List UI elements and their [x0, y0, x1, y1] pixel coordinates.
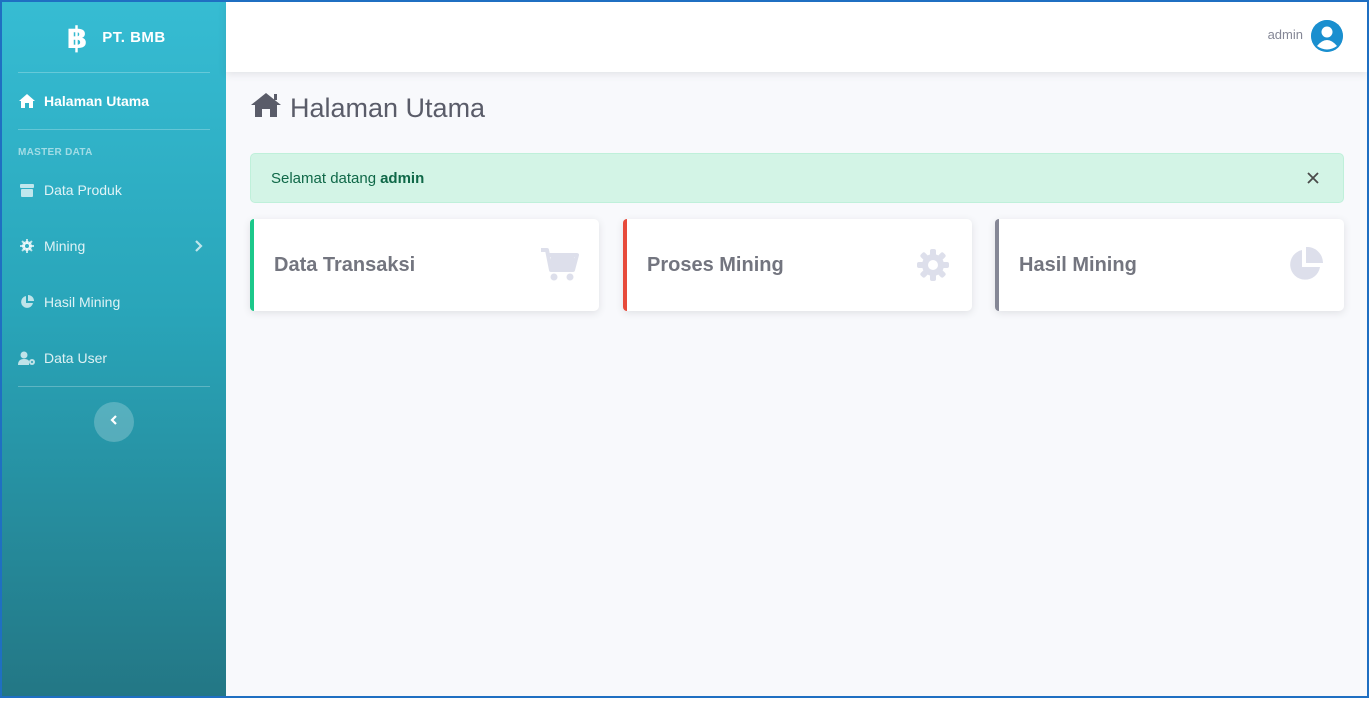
- card-accent-bar: [250, 219, 254, 311]
- card-accent-bar: [995, 219, 999, 311]
- card-accent-bar: [623, 219, 627, 311]
- card-title: Proses Mining: [647, 253, 784, 276]
- user-avatar-icon[interactable]: [1311, 20, 1343, 52]
- bitcoin-icon: ฿: [62, 19, 92, 55]
- sidebar-divider: [18, 72, 210, 73]
- sidebar-item-label: Data User: [44, 350, 108, 366]
- app-window: ฿ PT. BMB Halaman Utama MASTER DATA Data…: [0, 0, 1369, 698]
- sidebar-toggle-button[interactable]: [94, 402, 134, 442]
- home-icon: [250, 92, 282, 125]
- box-icon: [18, 182, 36, 198]
- page-title-text: Halaman Utama: [290, 93, 486, 123]
- sidebar-item-label: Hasil Mining: [44, 294, 121, 310]
- sidebar-divider: [18, 129, 210, 130]
- card-data-transaksi[interactable]: Data Transaksi: [250, 219, 599, 311]
- user-gear-icon: [18, 350, 36, 366]
- sidebar-item-mining[interactable]: Mining: [18, 231, 218, 261]
- close-icon[interactable]: [1303, 168, 1323, 188]
- sidebar-item-label: Mining: [44, 238, 86, 254]
- svg-text:฿: ฿: [67, 21, 88, 54]
- card-hasil-mining[interactable]: Hasil Mining: [995, 219, 1344, 311]
- brand-name: PT. BMB: [102, 28, 166, 46]
- welcome-alert: Selamat datang admin: [250, 153, 1344, 203]
- page-title: Halaman Utama: [250, 92, 485, 125]
- chevron-right-icon: [194, 239, 206, 253]
- sidebar-item-halaman-utama[interactable]: Halaman Utama: [18, 86, 218, 116]
- sidebar-item-label: Data Produk: [44, 182, 122, 198]
- sidebar-item-data-produk[interactable]: Data Produk: [18, 175, 218, 205]
- sidebar-heading: MASTER DATA: [18, 147, 93, 158]
- sidebar-item-hasil-mining[interactable]: Hasil Mining: [18, 287, 218, 317]
- alert-text: Selamat datang: [271, 169, 377, 187]
- sidebar-item-data-user[interactable]: Data User: [18, 343, 218, 373]
- topbar: admin: [226, 2, 1367, 72]
- card-title: Data Transaksi: [274, 253, 416, 276]
- cart-icon: [541, 247, 579, 283]
- home-icon: [18, 93, 36, 109]
- user-name[interactable]: admin: [1268, 27, 1303, 42]
- card-proses-mining[interactable]: Proses Mining: [623, 219, 972, 311]
- chevron-left-icon: [109, 413, 119, 431]
- alert-username: admin: [380, 169, 425, 187]
- sidebar-divider: [18, 386, 210, 387]
- brand[interactable]: ฿ PT. BMB: [2, 2, 226, 72]
- sidebar-item-label: Halaman Utama: [44, 93, 150, 109]
- gear-icon: [18, 238, 36, 254]
- gear-icon: [914, 247, 952, 283]
- card-title: Hasil Mining: [1019, 253, 1137, 276]
- pie-chart-icon: [1286, 247, 1324, 283]
- pie-chart-icon: [18, 294, 36, 310]
- sidebar: ฿ PT. BMB Halaman Utama MASTER DATA Data…: [2, 2, 226, 696]
